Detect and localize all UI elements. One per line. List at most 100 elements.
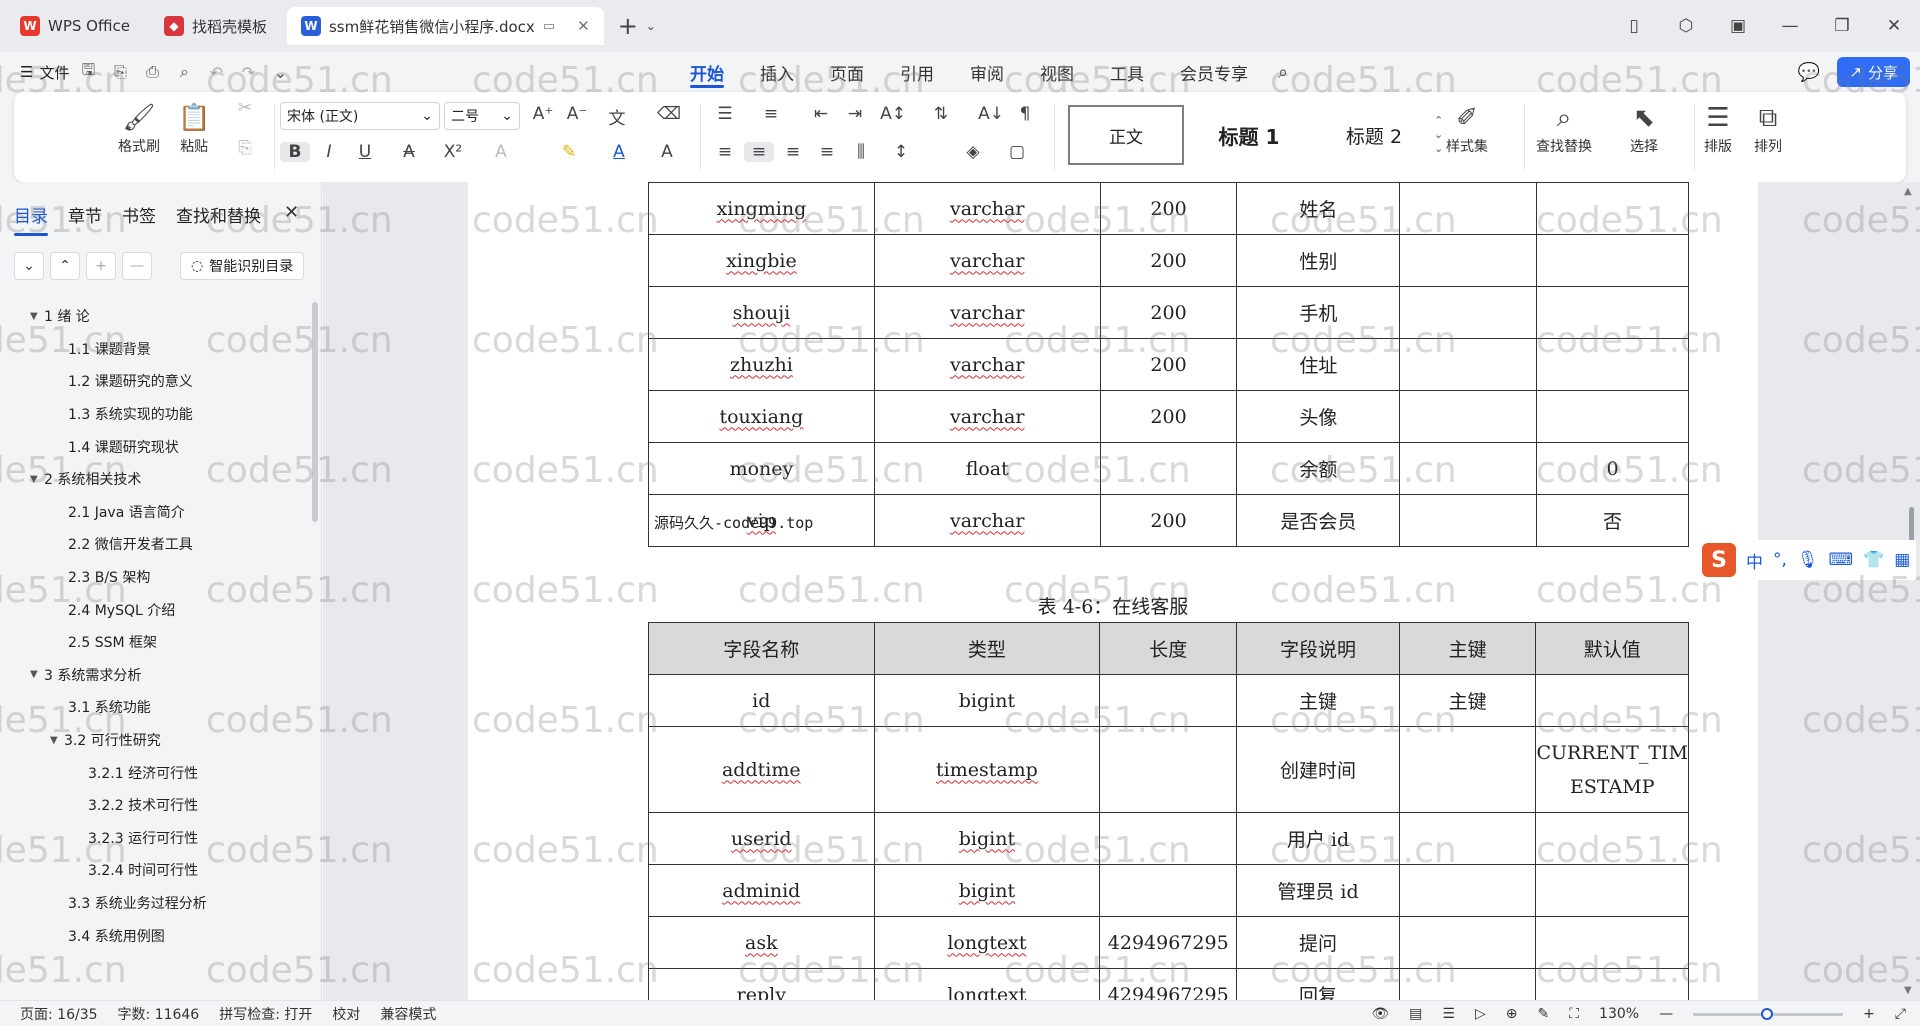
tab-view[interactable]: 视图 — [1022, 52, 1092, 92]
tab-wps-office[interactable]: W WPS Office — [6, 7, 144, 45]
toc-item[interactable]: 2.4 MySQL 介绍 — [0, 593, 310, 626]
new-tab-icon[interactable]: + — [618, 12, 638, 40]
chevron-down-icon[interactable]: ⌄ — [646, 19, 656, 33]
chat-icon[interactable]: 💬 — [1798, 62, 1820, 83]
smart-toc-button[interactable]: ◌ 智能识别目录 — [180, 252, 305, 280]
font-name-select[interactable]: 宋体 (正文) ⌄ — [280, 102, 440, 130]
tab-tools[interactable]: 工具 — [1092, 52, 1162, 92]
document-scrollbar[interactable]: ▲ ▼ — [1904, 182, 1918, 1000]
page-view-icon[interactable]: ▤ — [1409, 1006, 1422, 1022]
style-heading-2[interactable]: 标题 2 — [1314, 122, 1434, 149]
align-left-icon[interactable]: ≡ — [710, 142, 740, 162]
keyboard-icon[interactable]: ⌨ — [1829, 550, 1854, 570]
ime-mode[interactable]: 中 — [1746, 548, 1763, 573]
tab-home[interactable]: 开始 — [672, 52, 742, 92]
zoom-in-icon[interactable]: + — [1863, 1006, 1875, 1022]
cut-icon[interactable]: ✂ — [230, 98, 260, 118]
arrange-button[interactable]: ⧉ 排列 — [1754, 100, 1782, 156]
toc-item[interactable]: 1.3 系统实现的功能 — [0, 398, 310, 431]
close-window-icon[interactable]: ✕ — [1868, 16, 1920, 36]
distribute-icon[interactable]: ⫼ — [846, 142, 876, 162]
grid-menu-icon[interactable]: ▦ — [1894, 550, 1910, 570]
strikethrough-icon[interactable]: A — [394, 142, 424, 162]
spell-check[interactable]: 拼写检查: 打开 — [219, 1004, 312, 1024]
toc-item[interactable]: 3.1 系统功能 — [0, 691, 310, 724]
search-icon[interactable]: ⌕ — [1278, 62, 1288, 83]
zoom-knob[interactable] — [1761, 1007, 1774, 1020]
bullet-list-icon[interactable]: ☰ — [710, 104, 740, 124]
add-heading-icon[interactable]: + — [86, 252, 116, 280]
superscript-icon[interactable]: X² — [438, 142, 468, 162]
toc-item[interactable]: 3.2.4 时间可行性 — [0, 854, 310, 887]
toc-item[interactable]: ▼ 3.2 可行性研究 — [0, 724, 310, 757]
toc-item[interactable]: ▼ 1 绪 论 — [0, 300, 310, 333]
decrease-font-icon[interactable]: A⁻ — [562, 104, 592, 124]
select-button[interactable]: ⬉ 选择 — [1630, 100, 1658, 156]
style-set-button[interactable]: ✐ 样式集 — [1446, 100, 1488, 156]
font-color-icon[interactable]: A — [604, 142, 634, 162]
monitor-icon[interactable]: ▭ — [543, 19, 555, 34]
style-normal[interactable]: 正文 — [1068, 105, 1184, 165]
tab-insert[interactable]: 插入 — [742, 52, 812, 92]
bold-icon[interactable]: B — [280, 142, 310, 162]
outline-view-icon[interactable]: ☰ — [1442, 1006, 1455, 1022]
close-pane-icon[interactable]: ✕ — [284, 202, 299, 223]
expand-arrow-icon[interactable]: ▼ — [30, 474, 44, 485]
export-icon[interactable]: ⎘ — [107, 62, 133, 82]
align-center-icon[interactable]: ≡ — [744, 142, 774, 162]
tab-docer[interactable]: ◆ 找稻壳模板 — [150, 7, 281, 45]
clear-format-icon[interactable]: ⌫ — [654, 104, 684, 124]
toc-item[interactable]: ▼ 2 系统相关技术 — [0, 463, 310, 496]
tab-toc[interactable]: 目录 — [14, 202, 48, 236]
toc-item[interactable]: 2.5 SSM 框架 — [0, 626, 310, 659]
play-icon[interactable]: ▷ — [1475, 1006, 1486, 1022]
toc-item[interactable]: 2.3 B/S 架构 — [0, 561, 310, 594]
numbered-list-icon[interactable]: ≡ — [756, 104, 786, 124]
share-button[interactable]: ↗ 分享 — [1837, 57, 1910, 87]
sogou-logo-icon[interactable]: S — [1702, 543, 1736, 577]
print-preview-icon[interactable]: ⌕ — [171, 62, 197, 82]
remove-heading-icon[interactable]: — — [122, 252, 152, 280]
tab-bookmarks[interactable]: 书签 — [122, 202, 156, 236]
text-effect-icon[interactable]: A — [486, 142, 516, 162]
show-marks-icon[interactable]: ¶ — [1010, 104, 1040, 124]
justify-icon[interactable]: ≡ — [812, 142, 842, 162]
fit-page-icon[interactable]: ⛶ — [1569, 1006, 1579, 1022]
eye-protection-icon[interactable]: 👁 — [1371, 1006, 1389, 1022]
restore-icon[interactable]: ❐ — [1816, 16, 1868, 36]
expand-arrow-icon[interactable]: ▼ — [30, 311, 44, 322]
copy-icon[interactable]: ⎘ — [230, 138, 260, 158]
toc-item[interactable]: 3.2.1 经济可行性 — [0, 756, 310, 789]
toc-item[interactable]: 3.3 系统业务过程分析 — [0, 887, 310, 920]
toc-item[interactable]: 3.4 系统用例图 — [0, 919, 310, 952]
highlight-icon[interactable]: ✎ — [554, 142, 584, 162]
pane-scrollbar[interactable] — [312, 302, 318, 522]
increase-font-icon[interactable]: A⁺ — [528, 104, 558, 124]
char-shading-icon[interactable]: A — [652, 142, 682, 162]
align-right-icon[interactable]: ≡ — [778, 142, 808, 162]
tab-document[interactable]: W ssm鲜花销售微信小程序.docx ▭ ✕ — [286, 7, 604, 45]
microphone-icon[interactable]: 🎙 — [1797, 550, 1819, 570]
scroll-up-icon[interactable]: ▲ — [1904, 186, 1912, 197]
format-painter-button[interactable]: 🖌 格式刷 — [118, 100, 160, 156]
phonetic-icon[interactable]: 文 — [602, 104, 632, 129]
expand-all-icon[interactable]: ⌄ — [14, 252, 44, 280]
skin-icon[interactable]: 👕 — [1863, 550, 1884, 570]
toc-item[interactable]: 1.4 课题研究现状 — [0, 430, 310, 463]
expand-arrow-icon[interactable]: ▼ — [30, 669, 44, 680]
pen-icon[interactable]: ✎ — [1537, 1006, 1549, 1022]
file-menu[interactable]: 文件 — [39, 62, 69, 83]
toc-item[interactable]: 3.2.3 运行可行性 — [0, 822, 310, 855]
para-sort-icon[interactable]: A↓ — [976, 104, 1006, 124]
hamburger-icon[interactable]: ☰ — [20, 63, 33, 81]
toc-item[interactable]: 1.1 课题背景 — [0, 333, 310, 366]
chevron-down-icon[interactable]: ⌄ — [267, 63, 293, 82]
tab-chapters[interactable]: 章节 — [68, 202, 102, 236]
expand-arrow-icon[interactable]: ▼ — [50, 735, 64, 746]
line-spacing-icon[interactable]: ↕ — [886, 142, 916, 162]
sort-icon[interactable]: ⇅ — [926, 104, 956, 124]
zoom-out-icon[interactable]: — — [1659, 1006, 1673, 1022]
increase-indent-icon[interactable]: ⇥ — [840, 104, 870, 124]
border-icon[interactable]: ▢ — [1002, 142, 1032, 162]
print-icon[interactable]: ⎙ — [139, 62, 165, 82]
